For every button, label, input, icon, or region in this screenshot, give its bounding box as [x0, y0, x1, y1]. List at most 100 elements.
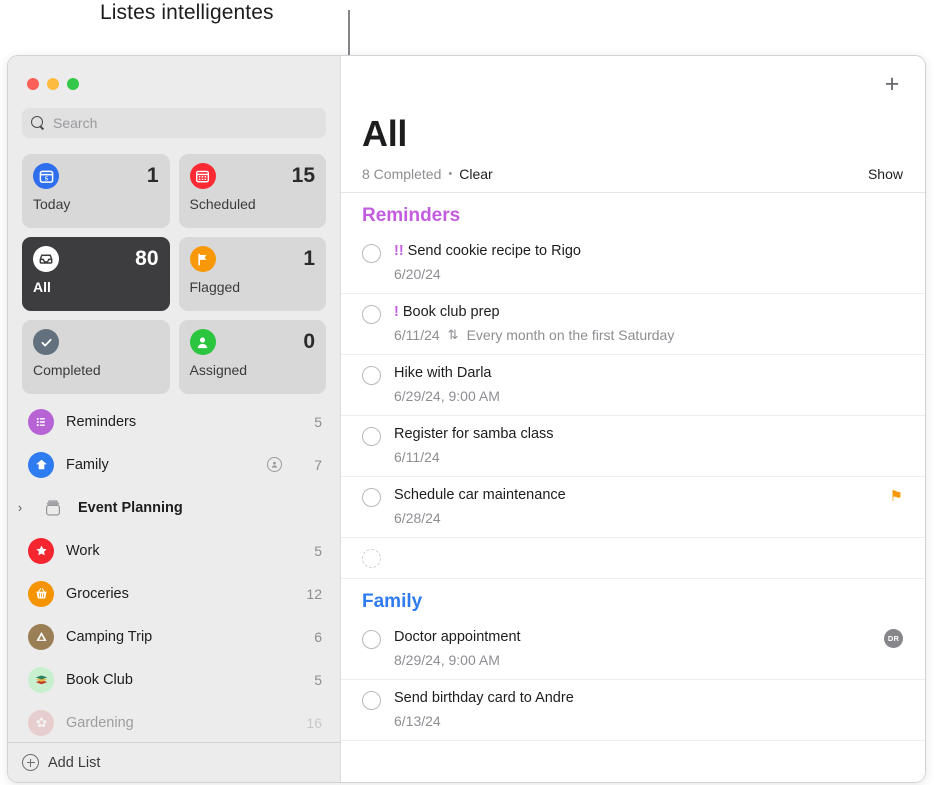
smart-list-count: 80: [135, 247, 158, 271]
complete-toggle[interactable]: [362, 630, 381, 649]
star-icon: [28, 538, 54, 564]
smart-list-label: Flagged: [190, 279, 316, 295]
separator-dot: •: [448, 168, 452, 180]
reminder-row[interactable]: Register for samba class 6/11/24: [341, 416, 925, 477]
list-group-event-planning[interactable]: › Event Planning: [8, 486, 340, 529]
sidebar: Search 5 1 Today: [8, 56, 341, 782]
basket-icon: [28, 581, 54, 607]
reminder-date: 6/11/24: [394, 448, 440, 466]
reminder-title: Hike with Darla: [394, 365, 492, 381]
tent-icon: [28, 624, 54, 650]
list-item-count: 12: [304, 586, 322, 602]
list-item-label: Gardening: [66, 715, 292, 731]
add-list-button[interactable]: Add List: [8, 742, 340, 782]
list-item-label: Reminders: [66, 414, 292, 430]
smart-list-label: Assigned: [190, 362, 316, 378]
list-item-work[interactable]: Work 5: [8, 529, 340, 572]
list-item-count: 5: [304, 543, 322, 559]
complete-toggle[interactable]: [362, 427, 381, 446]
search-icon: [31, 116, 45, 130]
smart-list-scheduled[interactable]: 15 Scheduled: [179, 154, 327, 228]
smart-list-flagged[interactable]: 1 Flagged: [179, 237, 327, 311]
complete-toggle[interactable]: [362, 691, 381, 710]
complete-toggle[interactable]: [362, 366, 381, 385]
zoom-button[interactable]: [67, 78, 79, 90]
reminder-title: Send birthday card to Andre: [394, 690, 574, 706]
list-item-count: 5: [304, 414, 322, 430]
books-icon: [28, 667, 54, 693]
smart-lists-grid: 5 1 Today: [8, 138, 340, 394]
calendar-icon: 5: [33, 163, 59, 189]
complete-toggle[interactable]: [362, 488, 381, 507]
section-title-reminders: Reminders: [341, 193, 925, 233]
shared-list-icon: [267, 457, 282, 472]
reminder-date: 6/29/24, 9:00 AM: [394, 387, 500, 405]
list-item-count: 5: [304, 672, 322, 688]
completed-bar: 8 Completed • Clear Show: [341, 154, 925, 193]
show-button[interactable]: Show: [868, 166, 903, 182]
list-item-reminders[interactable]: Reminders 5: [8, 400, 340, 443]
close-button[interactable]: [27, 78, 39, 90]
reminder-repeat: Every month on the first Saturday: [467, 326, 675, 344]
reminders-window: Search 5 1 Today: [7, 55, 926, 783]
search-input[interactable]: Search: [22, 108, 326, 138]
reminder-title: Register for samba class: [394, 426, 554, 442]
smart-list-count: 0: [303, 330, 315, 354]
reminder-title: Doctor appointment: [394, 629, 521, 645]
reminder-date: 6/11/24: [394, 326, 440, 344]
add-list-label: Add List: [48, 755, 100, 771]
reminder-row[interactable]: Hike with Darla 6/29/24, 9:00 AM: [341, 355, 925, 416]
reminder-row[interactable]: !!Send cookie recipe to Rigo 6/20/24: [341, 233, 925, 294]
screenshot-root: Listes intelligentes Search: [0, 0, 934, 785]
smart-list-today[interactable]: 5 1 Today: [22, 154, 170, 228]
priority-marker: !: [394, 304, 399, 320]
smart-list-all[interactable]: 80 All: [22, 237, 170, 311]
smart-list-completed[interactable]: Completed: [22, 320, 170, 394]
list-bullet-icon: [28, 409, 54, 435]
complete-toggle[interactable]: [362, 305, 381, 324]
smart-list-count: 1: [303, 247, 315, 271]
main-toolbar: +: [341, 56, 925, 114]
smart-list-label: Completed: [33, 362, 159, 378]
list-item-gardening[interactable]: Gardening 16: [8, 701, 340, 742]
reminder-title: Send cookie recipe to Rigo: [408, 243, 581, 259]
priority-marker: !!: [394, 243, 404, 259]
reminder-row[interactable]: Doctor appointment 8/29/24, 9:00 AM DR: [341, 619, 925, 680]
flag-icon: [190, 246, 216, 272]
complete-toggle[interactable]: [362, 244, 381, 263]
list-item-count: 6: [304, 629, 322, 645]
section-title-family: Family: [341, 579, 925, 619]
complete-toggle-placeholder[interactable]: [362, 549, 381, 568]
search-placeholder: Search: [53, 115, 97, 131]
clear-button[interactable]: Clear: [459, 166, 492, 182]
reminder-row[interactable]: !Book club prep 6/11/24 ⇅ Every month on…: [341, 294, 925, 355]
list-item-groceries[interactable]: Groceries 12: [8, 572, 340, 615]
smart-list-count: 15: [292, 164, 315, 188]
reminder-date: 6/20/24: [394, 265, 441, 283]
list-item-camping-trip[interactable]: Camping Trip 6: [8, 615, 340, 658]
smart-list-count: 1: [147, 164, 159, 188]
calendar-days-icon: [190, 163, 216, 189]
add-reminder-button[interactable]: +: [881, 74, 903, 96]
new-reminder-row[interactable]: [341, 538, 925, 579]
callout-label: Listes intelligentes: [100, 1, 274, 25]
plus-circle-icon: [22, 754, 39, 771]
list-item-book-club[interactable]: Book Club 5: [8, 658, 340, 701]
list-item-label: Family: [66, 457, 255, 473]
checkmark-icon: [33, 329, 59, 355]
minimize-button[interactable]: [47, 78, 59, 90]
chevron-right-icon[interactable]: ›: [14, 500, 26, 515]
list-item-label: Book Club: [66, 672, 292, 688]
reminder-title: Book club prep: [403, 304, 500, 320]
list-item-label: Groceries: [66, 586, 292, 602]
reminder-row[interactable]: Schedule car maintenance 6/28/24 ⚑: [341, 477, 925, 538]
reminder-row[interactable]: Send birthday card to Andre 6/13/24: [341, 680, 925, 741]
search-container: Search: [8, 90, 340, 138]
tray-icon: [33, 246, 59, 272]
page-title: All: [341, 114, 925, 154]
list-item-label: Camping Trip: [66, 629, 292, 645]
list-item-family[interactable]: Family 7: [8, 443, 340, 486]
smart-list-assigned[interactable]: 0 Assigned: [179, 320, 327, 394]
list-item-count: 16: [304, 715, 322, 731]
avatar: DR: [884, 629, 903, 648]
